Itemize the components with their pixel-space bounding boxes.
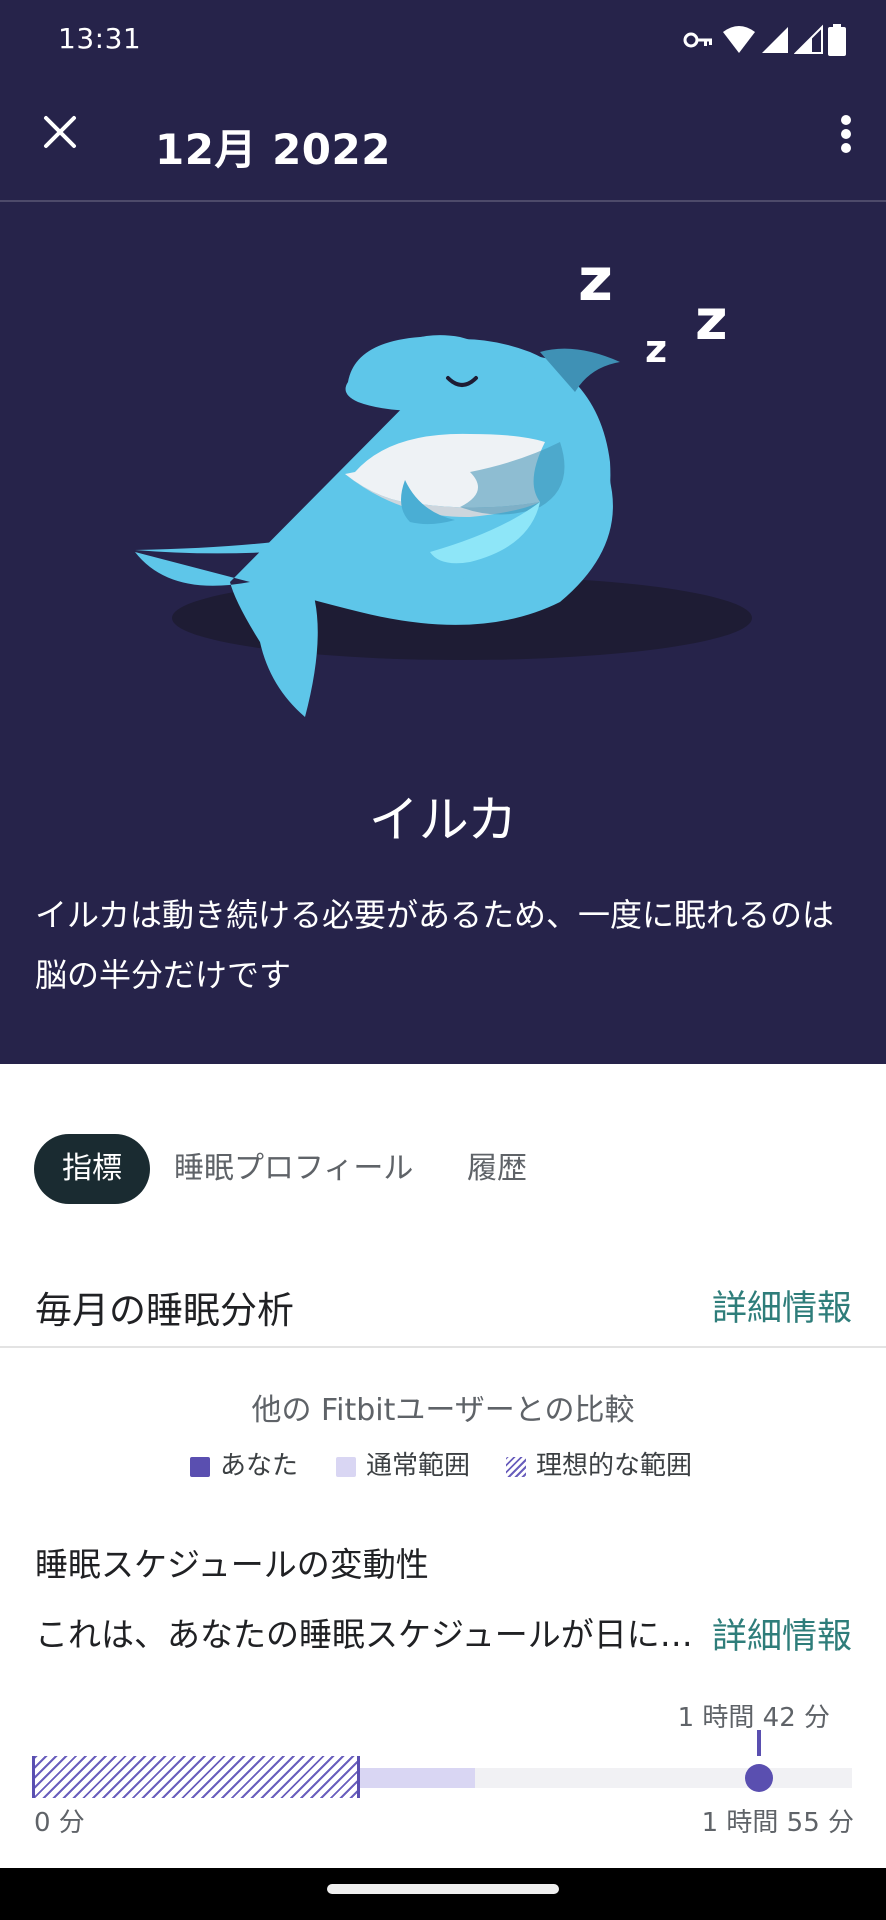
close-icon[interactable] <box>30 102 90 162</box>
metric-title: 睡眠スケジュールの変動性 <box>35 1545 429 1584</box>
vpn-key-icon <box>683 32 712 48</box>
legend-swatch-ideal <box>506 1457 526 1477</box>
legend-item-you: あなた <box>190 1448 298 1484</box>
signal-weak-icon <box>794 24 823 54</box>
comparison-title: 他の Fitbitユーザーとの比較 <box>251 1393 635 1428</box>
legend-item-normal: 通常範囲 <box>336 1448 470 1484</box>
status-time: 13:31 <box>58 22 142 55</box>
your-value-label: 1 時間 42 分 <box>677 1703 830 1733</box>
app-bar: 12月 2022 <box>0 80 886 202</box>
legend-swatch-normal <box>336 1457 356 1477</box>
legend-item-ideal: 理想的な範囲 <box>506 1448 692 1484</box>
more-options-icon[interactable] <box>824 102 868 166</box>
svg-text:z: z <box>695 288 728 353</box>
status-bar: 13:31 <box>0 0 886 80</box>
legend-swatch-you <box>190 1457 210 1477</box>
range-max-label: 1 時間 55 分 <box>701 1808 854 1838</box>
wifi-icon <box>723 26 755 53</box>
page-title: 12月 2022 <box>155 125 391 174</box>
home-gesture-handle[interactable] <box>327 1884 559 1894</box>
sleep-animal-name: イルカ <box>368 791 518 849</box>
signal-icon <box>762 27 788 53</box>
sleep-animal-description: イルカは動き続ける必要があるため、一度に眠れるのは脳の半分だけです <box>35 896 835 994</box>
your-value-tick <box>757 1730 762 1756</box>
tab-metrics[interactable]: 指標 <box>34 1134 150 1204</box>
tab-history[interactable]: 履歴 <box>467 1134 527 1204</box>
system-nav-bar <box>0 1868 886 1920</box>
section-title: 毎月の睡眠分析 <box>35 1289 294 1332</box>
tab-sleep-profile[interactable]: 睡眠プロフィール <box>174 1134 413 1204</box>
dolphin-illustration: z z z <box>135 245 752 717</box>
hero-section: 13:31 12月 2022 z z z イルカ イルカは動き続ける必要があるた… <box>0 0 886 1064</box>
ideal-range-fill <box>32 1756 360 1798</box>
monthly-analysis-header: 毎月の睡眠分析 詳細情報 <box>0 1260 886 1348</box>
range-min-label: 0 分 <box>34 1808 85 1838</box>
variability-range-bar: 1 時間 42 分 0 分 1 時間 55 分 <box>32 1690 854 1838</box>
battery-icon <box>828 24 846 56</box>
svg-text:z: z <box>645 327 667 371</box>
metric-description: これは、あなたの睡眠スケジュールが日に… <box>35 1615 693 1654</box>
metric-details-link[interactable]: 詳細情報 <box>712 1608 852 1659</box>
details-link[interactable]: 詳細情報 <box>712 1280 852 1331</box>
svg-text:z: z <box>578 245 613 315</box>
